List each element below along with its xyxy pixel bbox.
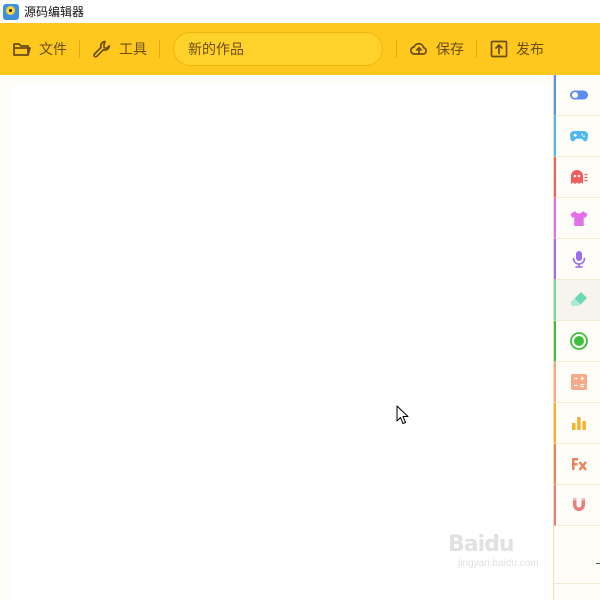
app-logo-icon bbox=[3, 3, 19, 20]
code-canvas[interactable] bbox=[11, 86, 553, 600]
file-menu-label: 文件 bbox=[39, 41, 67, 57]
category-pen[interactable] bbox=[554, 280, 600, 321]
toggle-icon bbox=[569, 90, 588, 100]
project-title-input[interactable] bbox=[188, 41, 369, 57]
function-icon bbox=[571, 458, 587, 471]
save-button[interactable]: 保存 bbox=[397, 23, 476, 75]
microphone-icon bbox=[572, 251, 585, 268]
calculator-icon bbox=[570, 374, 587, 390]
bar-chart-icon bbox=[571, 417, 586, 430]
block-category-bar bbox=[553, 75, 600, 600]
title-bar: 源码编辑器 bbox=[0, 0, 600, 23]
publish-button[interactable]: 发布 bbox=[477, 23, 556, 75]
category-data[interactable] bbox=[554, 403, 600, 444]
watermark: Baidu jingyan.baidu.com bbox=[448, 532, 558, 588]
toolbar-divider bbox=[159, 40, 160, 58]
category-actors[interactable] bbox=[554, 157, 600, 198]
toolbar: 文件 工具 保存 发布 bbox=[0, 23, 600, 75]
tools-menu-button[interactable]: 工具 bbox=[80, 23, 159, 75]
category-events[interactable] bbox=[554, 116, 600, 157]
radio-icon bbox=[569, 332, 588, 350]
project-title-field[interactable] bbox=[173, 32, 383, 66]
category-physics[interactable] bbox=[554, 485, 600, 526]
magnet-icon bbox=[572, 498, 585, 511]
category-sound[interactable] bbox=[554, 239, 600, 280]
highlighter-icon bbox=[570, 292, 587, 306]
watermark-logo: Baidu bbox=[448, 532, 515, 557]
save-label: 保存 bbox=[436, 41, 464, 57]
category-functions[interactable] bbox=[554, 444, 600, 485]
category-appearance[interactable] bbox=[554, 198, 600, 239]
mouse-cursor-icon bbox=[396, 405, 409, 424]
cloud-upload-icon bbox=[409, 42, 427, 55]
category-control[interactable] bbox=[554, 75, 600, 116]
category-more[interactable] bbox=[554, 543, 600, 584]
watermark-url: jingyan.baidu.com bbox=[458, 558, 539, 569]
publish-label: 发布 bbox=[516, 41, 544, 57]
window-title: 源码编辑器 bbox=[24, 5, 85, 19]
workspace-area bbox=[0, 75, 553, 600]
ghost-icon bbox=[570, 170, 587, 184]
gamepad-icon bbox=[569, 130, 588, 142]
category-operators[interactable] bbox=[554, 362, 600, 403]
tshirt-icon bbox=[570, 211, 587, 226]
category-detect[interactable] bbox=[554, 321, 600, 362]
folder-icon bbox=[13, 43, 31, 56]
file-menu-button[interactable]: 文件 bbox=[0, 23, 79, 75]
wrench-icon bbox=[93, 40, 111, 58]
tools-menu-label: 工具 bbox=[119, 41, 147, 57]
upload-box-icon bbox=[490, 40, 508, 58]
